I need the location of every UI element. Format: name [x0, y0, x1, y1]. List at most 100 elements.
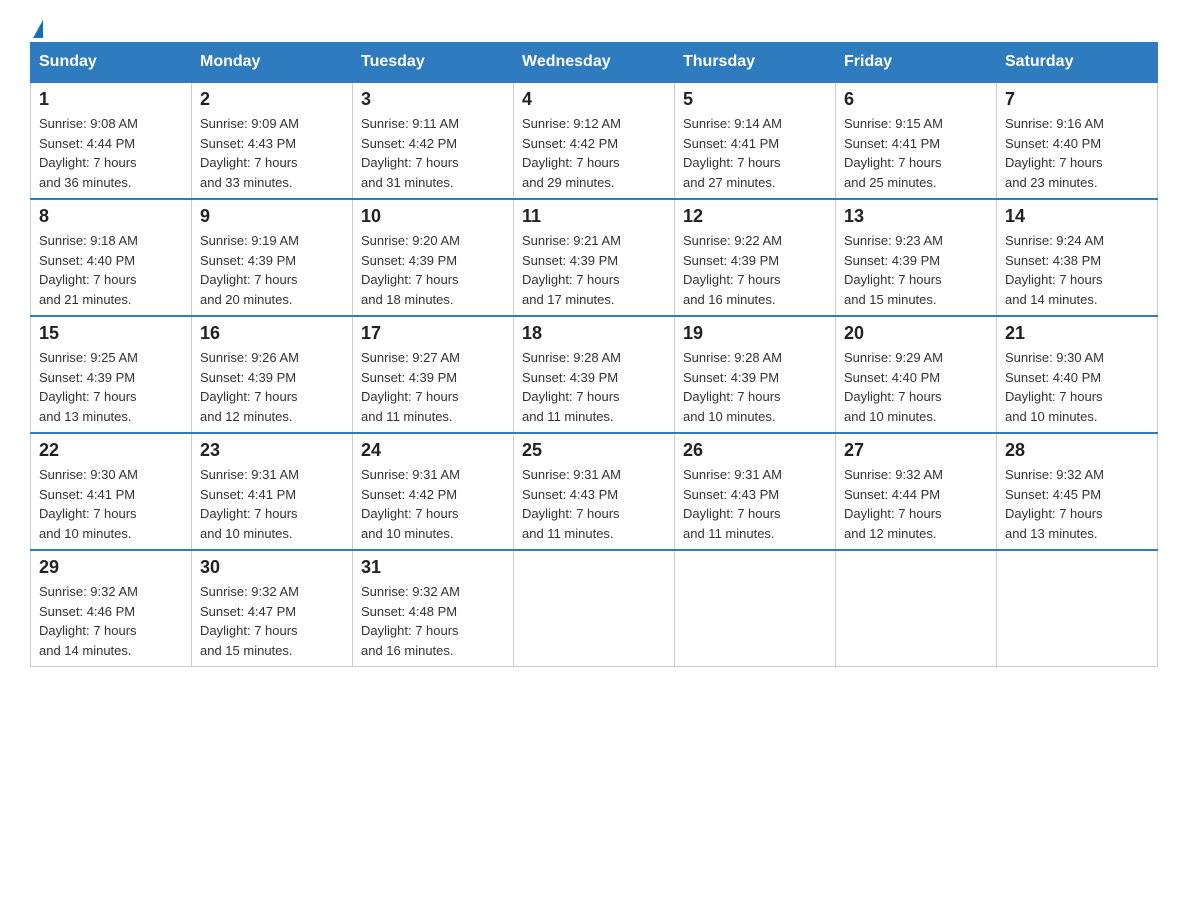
logo [30, 20, 43, 32]
calendar-header-wednesday: Wednesday [514, 43, 675, 83]
day-number: 9 [200, 206, 344, 227]
day-info: Sunrise: 9:31 AM Sunset: 4:43 PM Dayligh… [522, 465, 666, 543]
day-number: 18 [522, 323, 666, 344]
day-number: 6 [844, 89, 988, 110]
day-info: Sunrise: 9:31 AM Sunset: 4:41 PM Dayligh… [200, 465, 344, 543]
calendar-cell: 17 Sunrise: 9:27 AM Sunset: 4:39 PM Dayl… [353, 316, 514, 433]
calendar-cell: 7 Sunrise: 9:16 AM Sunset: 4:40 PM Dayli… [997, 82, 1158, 199]
calendar-header-friday: Friday [836, 43, 997, 83]
day-number: 17 [361, 323, 505, 344]
calendar-cell: 29 Sunrise: 9:32 AM Sunset: 4:46 PM Dayl… [31, 550, 192, 667]
day-info: Sunrise: 9:20 AM Sunset: 4:39 PM Dayligh… [361, 231, 505, 309]
day-info: Sunrise: 9:22 AM Sunset: 4:39 PM Dayligh… [683, 231, 827, 309]
day-number: 4 [522, 89, 666, 110]
day-info: Sunrise: 9:24 AM Sunset: 4:38 PM Dayligh… [1005, 231, 1149, 309]
day-info: Sunrise: 9:11 AM Sunset: 4:42 PM Dayligh… [361, 114, 505, 192]
calendar-cell: 5 Sunrise: 9:14 AM Sunset: 4:41 PM Dayli… [675, 82, 836, 199]
calendar-cell: 12 Sunrise: 9:22 AM Sunset: 4:39 PM Dayl… [675, 199, 836, 316]
day-info: Sunrise: 9:18 AM Sunset: 4:40 PM Dayligh… [39, 231, 183, 309]
calendar-cell: 31 Sunrise: 9:32 AM Sunset: 4:48 PM Dayl… [353, 550, 514, 667]
day-number: 31 [361, 557, 505, 578]
day-info: Sunrise: 9:30 AM Sunset: 4:40 PM Dayligh… [1005, 348, 1149, 426]
calendar-cell: 24 Sunrise: 9:31 AM Sunset: 4:42 PM Dayl… [353, 433, 514, 550]
day-info: Sunrise: 9:30 AM Sunset: 4:41 PM Dayligh… [39, 465, 183, 543]
day-number: 5 [683, 89, 827, 110]
day-number: 12 [683, 206, 827, 227]
calendar-cell: 16 Sunrise: 9:26 AM Sunset: 4:39 PM Dayl… [192, 316, 353, 433]
day-number: 3 [361, 89, 505, 110]
calendar-cell [997, 550, 1158, 667]
day-info: Sunrise: 9:28 AM Sunset: 4:39 PM Dayligh… [683, 348, 827, 426]
day-number: 16 [200, 323, 344, 344]
day-info: Sunrise: 9:16 AM Sunset: 4:40 PM Dayligh… [1005, 114, 1149, 192]
calendar-cell: 27 Sunrise: 9:32 AM Sunset: 4:44 PM Dayl… [836, 433, 997, 550]
calendar-cell [675, 550, 836, 667]
calendar-week-5: 29 Sunrise: 9:32 AM Sunset: 4:46 PM Dayl… [31, 550, 1158, 667]
day-number: 11 [522, 206, 666, 227]
day-info: Sunrise: 9:32 AM Sunset: 4:45 PM Dayligh… [1005, 465, 1149, 543]
day-info: Sunrise: 9:15 AM Sunset: 4:41 PM Dayligh… [844, 114, 988, 192]
day-number: 8 [39, 206, 183, 227]
calendar-week-3: 15 Sunrise: 9:25 AM Sunset: 4:39 PM Dayl… [31, 316, 1158, 433]
day-info: Sunrise: 9:12 AM Sunset: 4:42 PM Dayligh… [522, 114, 666, 192]
calendar-cell: 26 Sunrise: 9:31 AM Sunset: 4:43 PM Dayl… [675, 433, 836, 550]
calendar-cell: 6 Sunrise: 9:15 AM Sunset: 4:41 PM Dayli… [836, 82, 997, 199]
day-info: Sunrise: 9:19 AM Sunset: 4:39 PM Dayligh… [200, 231, 344, 309]
day-number: 26 [683, 440, 827, 461]
day-number: 10 [361, 206, 505, 227]
calendar-cell: 13 Sunrise: 9:23 AM Sunset: 4:39 PM Dayl… [836, 199, 997, 316]
day-number: 30 [200, 557, 344, 578]
calendar-week-4: 22 Sunrise: 9:30 AM Sunset: 4:41 PM Dayl… [31, 433, 1158, 550]
calendar-cell: 30 Sunrise: 9:32 AM Sunset: 4:47 PM Dayl… [192, 550, 353, 667]
day-info: Sunrise: 9:32 AM Sunset: 4:48 PM Dayligh… [361, 582, 505, 660]
calendar-header-tuesday: Tuesday [353, 43, 514, 83]
calendar-cell: 20 Sunrise: 9:29 AM Sunset: 4:40 PM Dayl… [836, 316, 997, 433]
calendar-cell: 14 Sunrise: 9:24 AM Sunset: 4:38 PM Dayl… [997, 199, 1158, 316]
day-number: 22 [39, 440, 183, 461]
logo-row1 [30, 20, 43, 38]
calendar-table: SundayMondayTuesdayWednesdayThursdayFrid… [30, 42, 1158, 667]
calendar-cell: 25 Sunrise: 9:31 AM Sunset: 4:43 PM Dayl… [514, 433, 675, 550]
page-header [30, 20, 1158, 32]
day-info: Sunrise: 9:09 AM Sunset: 4:43 PM Dayligh… [200, 114, 344, 192]
calendar-cell: 4 Sunrise: 9:12 AM Sunset: 4:42 PM Dayli… [514, 82, 675, 199]
day-info: Sunrise: 9:32 AM Sunset: 4:46 PM Dayligh… [39, 582, 183, 660]
calendar-cell: 22 Sunrise: 9:30 AM Sunset: 4:41 PM Dayl… [31, 433, 192, 550]
calendar-cell: 1 Sunrise: 9:08 AM Sunset: 4:44 PM Dayli… [31, 82, 192, 199]
day-number: 29 [39, 557, 183, 578]
day-number: 15 [39, 323, 183, 344]
day-number: 20 [844, 323, 988, 344]
calendar-cell: 2 Sunrise: 9:09 AM Sunset: 4:43 PM Dayli… [192, 82, 353, 199]
calendar-header-thursday: Thursday [675, 43, 836, 83]
calendar-cell [514, 550, 675, 667]
day-info: Sunrise: 9:26 AM Sunset: 4:39 PM Dayligh… [200, 348, 344, 426]
calendar-header-saturday: Saturday [997, 43, 1158, 83]
day-info: Sunrise: 9:08 AM Sunset: 4:44 PM Dayligh… [39, 114, 183, 192]
day-number: 14 [1005, 206, 1149, 227]
calendar-cell: 15 Sunrise: 9:25 AM Sunset: 4:39 PM Dayl… [31, 316, 192, 433]
day-info: Sunrise: 9:28 AM Sunset: 4:39 PM Dayligh… [522, 348, 666, 426]
day-number: 1 [39, 89, 183, 110]
day-info: Sunrise: 9:31 AM Sunset: 4:43 PM Dayligh… [683, 465, 827, 543]
calendar-header-monday: Monday [192, 43, 353, 83]
day-number: 28 [1005, 440, 1149, 461]
day-info: Sunrise: 9:32 AM Sunset: 4:47 PM Dayligh… [200, 582, 344, 660]
calendar-week-2: 8 Sunrise: 9:18 AM Sunset: 4:40 PM Dayli… [31, 199, 1158, 316]
day-number: 25 [522, 440, 666, 461]
calendar-cell: 8 Sunrise: 9:18 AM Sunset: 4:40 PM Dayli… [31, 199, 192, 316]
calendar-cell: 28 Sunrise: 9:32 AM Sunset: 4:45 PM Dayl… [997, 433, 1158, 550]
calendar-cell: 21 Sunrise: 9:30 AM Sunset: 4:40 PM Dayl… [997, 316, 1158, 433]
day-info: Sunrise: 9:14 AM Sunset: 4:41 PM Dayligh… [683, 114, 827, 192]
calendar-cell: 18 Sunrise: 9:28 AM Sunset: 4:39 PM Dayl… [514, 316, 675, 433]
day-number: 27 [844, 440, 988, 461]
calendar-cell: 3 Sunrise: 9:11 AM Sunset: 4:42 PM Dayli… [353, 82, 514, 199]
day-number: 21 [1005, 323, 1149, 344]
calendar-cell: 23 Sunrise: 9:31 AM Sunset: 4:41 PM Dayl… [192, 433, 353, 550]
calendar-cell: 9 Sunrise: 9:19 AM Sunset: 4:39 PM Dayli… [192, 199, 353, 316]
day-number: 7 [1005, 89, 1149, 110]
day-number: 23 [200, 440, 344, 461]
calendar-header-row: SundayMondayTuesdayWednesdayThursdayFrid… [31, 43, 1158, 83]
day-info: Sunrise: 9:23 AM Sunset: 4:39 PM Dayligh… [844, 231, 988, 309]
day-info: Sunrise: 9:31 AM Sunset: 4:42 PM Dayligh… [361, 465, 505, 543]
calendar-week-1: 1 Sunrise: 9:08 AM Sunset: 4:44 PM Dayli… [31, 82, 1158, 199]
